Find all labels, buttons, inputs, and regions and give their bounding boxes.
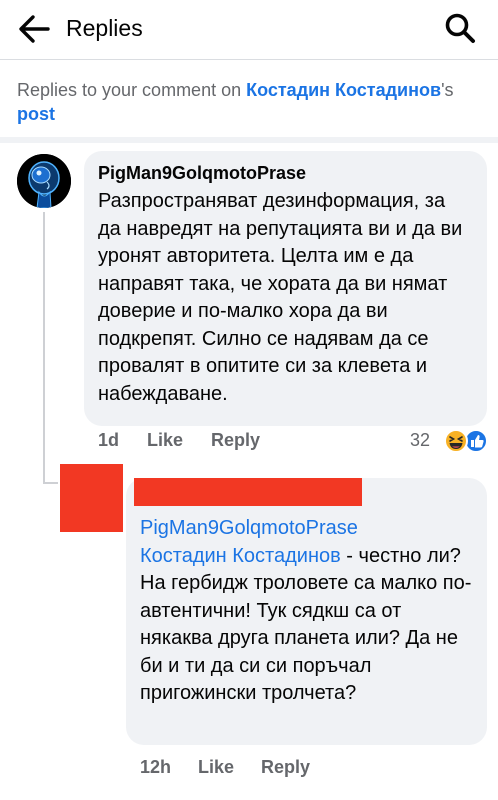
header-divider bbox=[0, 59, 498, 60]
mention-kostadinov[interactable]: Костадин Костадинов bbox=[140, 545, 341, 567]
section-separator bbox=[0, 137, 498, 143]
thread-connector bbox=[43, 482, 58, 484]
thread-line bbox=[43, 212, 45, 484]
reaction-icons bbox=[444, 429, 488, 453]
search-icon bbox=[445, 13, 475, 43]
comment-bubble: PigMan9GolqmotoPrase Разпространяват дез… bbox=[84, 151, 487, 426]
reply-text-block: PigMan9GolqmotoPrase Костадин Костадинов … bbox=[140, 515, 473, 708]
reply-button[interactable]: Reply bbox=[211, 430, 260, 451]
reaction-count: 32 bbox=[410, 430, 431, 450]
avatar[interactable] bbox=[17, 154, 71, 208]
like-button[interactable]: Like bbox=[147, 430, 183, 451]
reply-reply-button[interactable]: Reply bbox=[261, 757, 310, 778]
like-reaction-icon bbox=[464, 429, 488, 453]
search-button[interactable] bbox=[444, 12, 476, 44]
comment-text: Разпространяват дезинформация, за да нав… bbox=[98, 190, 463, 405]
comment-author[interactable]: PigMan9GolqmotoPrase bbox=[98, 161, 473, 185]
post-link[interactable]: post bbox=[17, 104, 55, 124]
page-title: Replies bbox=[66, 15, 143, 41]
haha-reaction-icon bbox=[444, 429, 468, 453]
reply-timestamp[interactable]: 12h bbox=[140, 757, 171, 778]
redacted-author-name bbox=[134, 478, 362, 506]
mention-pigman[interactable]: PigMan9GolqmotoPrase bbox=[140, 517, 358, 539]
back-button[interactable] bbox=[18, 14, 50, 44]
context-suffix: 's bbox=[441, 80, 454, 100]
reply-like-button[interactable]: Like bbox=[198, 757, 234, 778]
reply-text: - честно ли? На гербидж троловете са мал… bbox=[140, 544, 472, 705]
arrow-left-icon bbox=[19, 15, 50, 43]
redacted-avatar bbox=[60, 464, 123, 532]
replies-context: Replies to your comment on Костадин Кост… bbox=[17, 78, 487, 126]
context-prefix: Replies to your comment on bbox=[17, 80, 247, 100]
xray-head-avatar-image bbox=[17, 154, 71, 208]
profile-link[interactable]: Костадин Костадинов bbox=[246, 80, 441, 100]
comment-timestamp[interactable]: 1d bbox=[98, 430, 119, 451]
reply-bubble: PigMan9GolqmotoPrase Костадин Костадинов … bbox=[126, 478, 487, 745]
top-bar: Replies bbox=[0, 0, 498, 58]
